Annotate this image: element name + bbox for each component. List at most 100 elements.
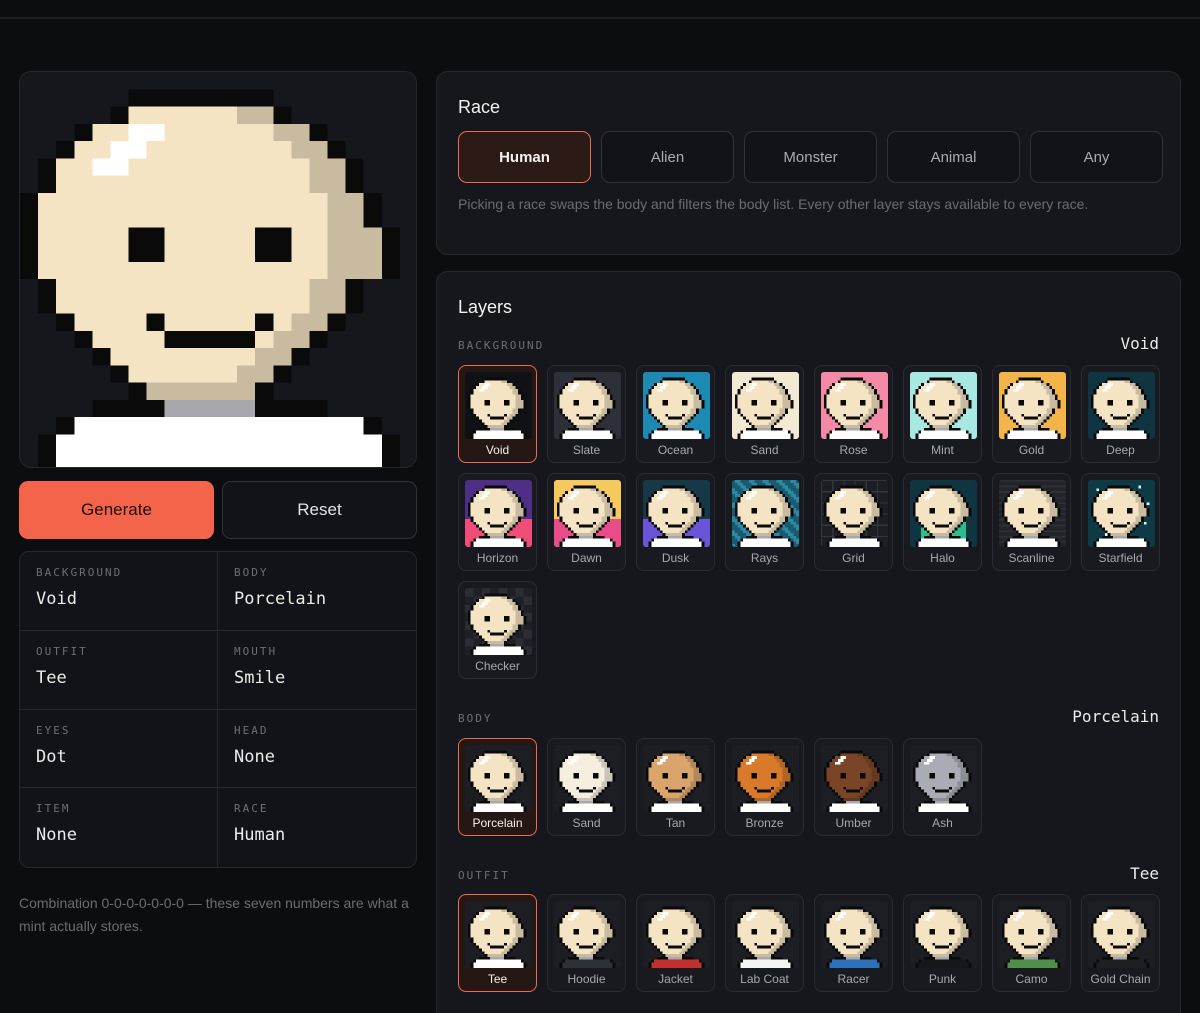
outfit-option-tee[interactable]: Tee — [458, 894, 537, 992]
background-option-thumbnail — [554, 372, 621, 439]
body-options-grid: Porcelain Sand Tan Bronze Umber Ash — [458, 738, 1160, 836]
background-option-void[interactable]: Void — [458, 365, 537, 463]
background-option-gold[interactable]: Gold — [992, 365, 1071, 463]
body-option-tan[interactable]: Tan — [636, 738, 715, 836]
body-option-ash[interactable]: Ash — [903, 738, 982, 836]
background-option-sand[interactable]: Sand — [725, 365, 804, 463]
outfit-option-punk[interactable]: Punk — [903, 894, 982, 992]
background-option-thumbnail — [465, 372, 532, 439]
background-option-horizon[interactable]: Horizon — [458, 473, 537, 571]
body-option-sand[interactable]: Sand — [547, 738, 626, 836]
body-option-thumbnail — [821, 745, 888, 812]
background-option-label: Rays — [750, 551, 779, 565]
race-options: Human Alien Monster Animal Any — [458, 131, 1163, 183]
outfit-option-label: Jacket — [658, 972, 693, 986]
background-option-thumbnail — [732, 372, 799, 439]
race-title: Race — [458, 97, 501, 117]
outfit-option-hoodie[interactable]: Hoodie — [547, 894, 626, 992]
body-option-umber[interactable]: Umber — [814, 738, 893, 836]
background-option-label: Ocean — [657, 443, 694, 457]
background-option-thumbnail — [643, 480, 710, 547]
outfit-options-grid: Tee Hoodie Jacket Lab Coat Racer Punk Camo Gold… — [458, 894, 1160, 992]
background-option-thumbnail — [821, 480, 888, 547]
top-divider — [0, 17, 1200, 19]
summary-cell-background: BACKGROUND Void — [20, 552, 218, 631]
outfit-option-jacket[interactable]: Jacket — [636, 894, 715, 992]
race-option-any[interactable]: Any — [1030, 131, 1163, 183]
body-option-thumbnail — [732, 745, 799, 812]
body-option-thumbnail — [910, 745, 977, 812]
summary-cell-race: RACE Human — [234, 802, 286, 846]
background-option-label: Mint — [931, 443, 954, 457]
background-option-label: Gold — [1018, 443, 1045, 457]
background-option-thumbnail — [999, 372, 1066, 439]
background-option-grid[interactable]: Grid — [814, 473, 893, 571]
outfit-option-camo[interactable]: Camo — [992, 894, 1071, 992]
background-option-label: Starfield — [1098, 551, 1143, 565]
outfit-option-thumbnail — [1088, 901, 1155, 968]
body-option-label: Sand — [572, 816, 601, 830]
race-option-human[interactable]: Human — [458, 131, 591, 183]
background-option-thumbnail — [821, 372, 888, 439]
body-option-porcelain[interactable]: Porcelain — [458, 738, 537, 836]
layers-panel: Layers BACKGROUND Void Void Slate Ocean San… — [436, 271, 1181, 1013]
background-option-checker[interactable]: Checker — [458, 581, 537, 679]
background-option-thumbnail — [999, 480, 1066, 547]
body-option-thumbnail — [643, 745, 710, 812]
background-option-starfield[interactable]: Starfield — [1081, 473, 1160, 571]
outfit-option-thumbnail — [910, 901, 977, 968]
race-option-animal[interactable]: Animal — [887, 131, 1020, 183]
body-selected-value: Porcelain — [1072, 707, 1159, 726]
outfit-option-thumbnail — [465, 901, 532, 968]
background-option-label: Void — [485, 443, 510, 457]
background-option-rays[interactable]: Rays — [725, 473, 804, 571]
background-option-slate[interactable]: Slate — [547, 365, 626, 463]
summary-cell-item: ITEM None — [20, 788, 218, 867]
background-option-label: Horizon — [476, 551, 519, 565]
outfit-option-racer[interactable]: Racer — [814, 894, 893, 992]
background-option-mint[interactable]: Mint — [903, 365, 982, 463]
trait-summary: BACKGROUND Void BODY Porcelain OUTFIT Tee M… — [19, 551, 417, 868]
race-option-monster[interactable]: Monster — [744, 131, 877, 183]
background-option-thumbnail — [1088, 480, 1155, 547]
background-option-thumbnail — [910, 372, 977, 439]
reset-button[interactable]: Reset — [222, 481, 417, 539]
race-hint: Picking a race swaps the body and filter… — [458, 196, 1089, 212]
outfit-option-lab-coat[interactable]: Lab Coat — [725, 894, 804, 992]
background-option-deep[interactable]: Deep — [1081, 365, 1160, 463]
outfit-option-label: Camo — [1015, 972, 1048, 986]
background-option-thumbnail — [643, 372, 710, 439]
outfit-option-thumbnail — [999, 901, 1066, 968]
outfit-option-gold-chain[interactable]: Gold Chain — [1081, 894, 1160, 992]
outfit-selected-value: Tee — [1130, 864, 1159, 883]
outfit-section-header: OUTFIT Tee — [458, 864, 1159, 883]
background-option-thumbnail — [1088, 372, 1155, 439]
background-option-thumbnail — [732, 480, 799, 547]
background-option-label: Rose — [839, 443, 868, 457]
summary-cell-outfit: OUTFIT Tee — [20, 630, 218, 710]
background-section-header: BACKGROUND Void — [458, 334, 1159, 353]
background-option-dusk[interactable]: Dusk — [636, 473, 715, 571]
body-section-header: BODY Porcelain — [458, 707, 1159, 726]
background-option-dawn[interactable]: Dawn — [547, 473, 626, 571]
summary-cell-eyes: EYES Dot — [20, 709, 218, 789]
avatar-preview-art — [20, 72, 416, 467]
body-option-label: Tan — [665, 816, 686, 830]
body-option-bronze[interactable]: Bronze — [725, 738, 804, 836]
combination-note: Combination 0-0-0-0-0-0-0 — these seven … — [19, 895, 409, 934]
background-option-thumbnail — [910, 480, 977, 547]
layers-title: Layers — [458, 297, 513, 317]
background-option-scanline[interactable]: Scanline — [992, 473, 1071, 571]
background-option-ocean[interactable]: Ocean — [636, 365, 715, 463]
race-panel: Race Human Alien Monster Animal Any Pick… — [436, 71, 1181, 255]
background-option-label: Checker — [475, 659, 520, 673]
outfit-option-label: Hoodie — [567, 972, 606, 986]
background-selected-value: Void — [1120, 334, 1159, 353]
background-option-thumbnail — [465, 480, 532, 547]
race-option-alien[interactable]: Alien — [601, 131, 734, 183]
background-section-label: BACKGROUND — [458, 339, 545, 352]
background-option-rose[interactable]: Rose — [814, 365, 893, 463]
generate-button[interactable]: Generate — [19, 481, 214, 539]
outfit-option-thumbnail — [732, 901, 799, 968]
background-option-halo[interactable]: Halo — [903, 473, 982, 571]
